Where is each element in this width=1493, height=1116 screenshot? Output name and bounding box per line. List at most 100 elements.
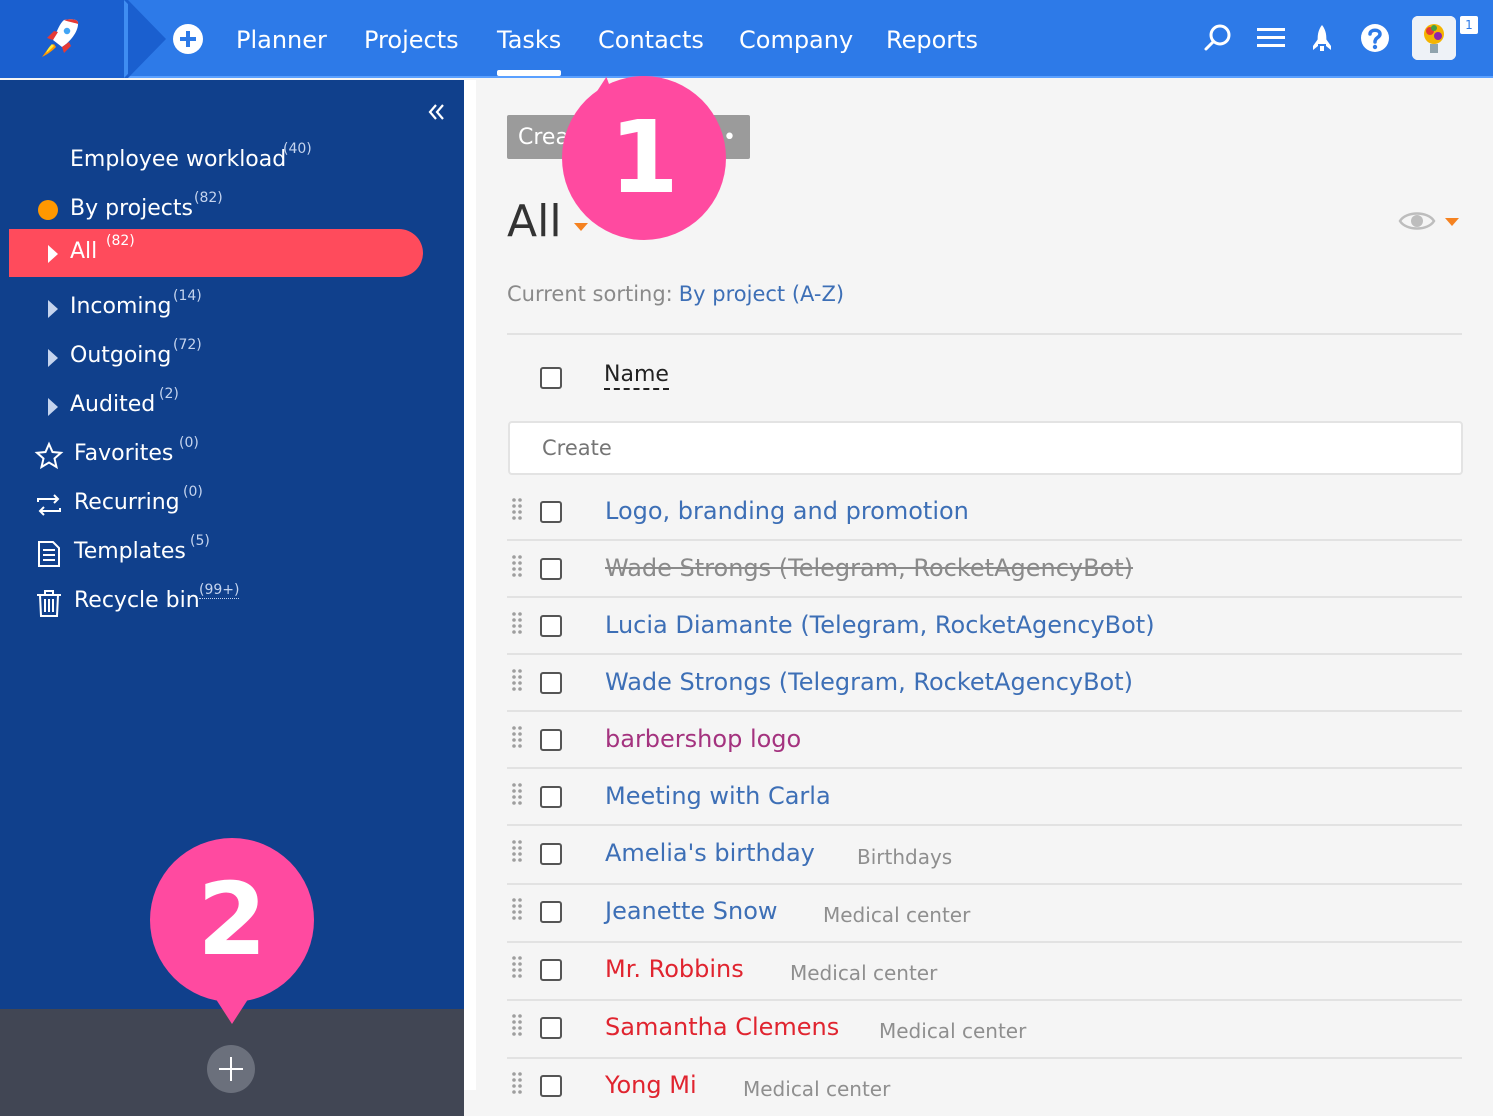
drag-handle-icon[interactable] [511,725,523,749]
table-row[interactable]: Mr. Robbins Medical center [507,943,1462,1001]
table-row[interactable]: barbershop logo [507,713,1462,769]
notification-badge[interactable]: 1 [1460,16,1478,34]
sidebar-item-label: Templates [74,539,186,564]
row-checkbox[interactable] [540,558,562,580]
logo-arrow [128,0,166,78]
help-icon[interactable] [1359,22,1391,54]
row-checkbox[interactable] [540,615,562,637]
drag-handle-icon[interactable] [511,1013,523,1037]
task-name[interactable]: Meeting with Carla [605,782,831,810]
nav-reports[interactable]: Reports [886,0,978,78]
sidebar-item-recycle-bin[interactable]: Recycle bin (99+) [0,578,464,626]
row-checkbox[interactable] [540,1075,562,1097]
task-name[interactable]: Wade Strongs (Telegram, RocketAgencyBot) [605,668,1133,696]
sidebar-item-count: (5) [190,533,210,549]
rocket-icon[interactable] [1306,22,1338,54]
sidebar-item-label: Employee workload [70,147,287,172]
row-checkbox[interactable] [540,729,562,751]
drag-handle-icon[interactable] [511,955,523,979]
row-checkbox[interactable] [540,672,562,694]
drag-handle-icon[interactable] [511,897,523,921]
task-name[interactable]: Jeanette Snow [605,897,778,925]
drag-handle-icon[interactable] [511,839,523,863]
table-row[interactable]: Wade Strongs (Telegram, RocketAgencyBot) [507,656,1462,712]
nav-planner[interactable]: Planner [236,0,327,78]
task-project[interactable]: Medical center [743,1077,890,1101]
rocket-logo-icon [42,19,79,57]
row-checkbox[interactable] [540,1017,562,1039]
star-icon [34,441,64,470]
table-row[interactable]: Samantha Clemens Medical center [507,1001,1462,1059]
avatar-image [1412,16,1456,60]
sorting-value-link[interactable]: By project (A-Z) [679,282,844,306]
task-name[interactable]: Samantha Clemens [605,1013,839,1041]
drag-handle-icon[interactable] [511,668,523,692]
table-row[interactable]: Meeting with Carla [507,770,1462,826]
task-name[interactable]: Logo, branding and promotion [605,497,969,525]
drag-handle-icon[interactable] [511,554,523,578]
title-dropdown-caret-icon[interactable] [574,223,588,231]
task-name[interactable]: Lucia Diamante (Telegram, RocketAgencyBo… [605,611,1155,639]
sorting-label: Current sorting: [507,282,673,306]
select-all-checkbox[interactable] [540,367,562,389]
drag-handle-icon[interactable] [511,782,523,806]
sidebar-item-by-projects[interactable]: By projects (82) [0,186,464,234]
user-avatar[interactable] [1412,16,1456,60]
table-row[interactable]: Lucia Diamante (Telegram, RocketAgencyBo… [507,599,1462,655]
sidebar-item-count: (40) [283,141,312,157]
page-title[interactable]: All [507,196,562,247]
create-task-input[interactable] [508,421,1463,475]
sidebar-item-label: Audited [70,392,156,417]
sidebar-item-incoming[interactable]: Incoming (14) [0,284,464,332]
table-row[interactable]: Logo, branding and promotion [507,485,1462,541]
sidebar-item-employee-workload[interactable]: Employee workload (40) [0,137,464,185]
nav-contacts[interactable]: Contacts [598,0,704,78]
collapse-sidebar-icon[interactable] [424,100,448,124]
task-project[interactable]: Medical center [879,1019,1026,1043]
table-row[interactable]: Yong Mi Medical center [507,1059,1462,1116]
sidebar-item-count: (82) [194,190,223,206]
sidebar-item-label: Outgoing [70,343,172,368]
row-checkbox[interactable] [540,901,562,923]
drag-handle-icon[interactable] [511,1071,523,1095]
row-checkbox[interactable] [540,843,562,865]
nav-company[interactable]: Company [739,0,853,78]
task-name[interactable]: Yong Mi [605,1071,697,1099]
logo-block[interactable] [0,0,128,78]
nav-projects[interactable]: Projects [364,0,459,78]
row-checkbox[interactable] [540,959,562,981]
menu-icon[interactable] [1255,22,1287,54]
task-name[interactable]: barbershop logo [605,725,801,753]
row-checkbox[interactable] [540,501,562,523]
eye-icon[interactable] [1398,206,1436,236]
row-checkbox[interactable] [540,786,562,808]
task-project[interactable]: Medical center [790,961,937,985]
sidebar-item-audited[interactable]: Audited (2) [0,382,464,430]
sidebar-item-favorites[interactable]: Favorites (0) [0,431,464,479]
table-row[interactable]: Jeanette Snow Medical center [507,885,1462,943]
name-column-header[interactable]: Name [604,362,669,390]
task-project[interactable]: Medical center [823,903,970,927]
sidebar-item-templates[interactable]: Templates (5) [0,529,464,577]
expand-triangle-icon [48,398,58,416]
task-name[interactable]: Mr. Robbins [605,955,744,983]
sidebar-item-label: By projects [70,196,193,221]
view-dropdown-caret-icon[interactable] [1445,218,1459,226]
top-navigation-bar: Planner Projects Tasks Contacts Company … [0,0,1493,78]
add-folder-button[interactable] [207,1045,255,1093]
drag-handle-icon[interactable] [511,497,523,521]
table-row[interactable]: Wade Strongs (Telegram, RocketAgencyBot) [507,542,1462,598]
divider [507,333,1462,335]
task-name[interactable]: Amelia's birthday [605,839,815,867]
sidebar-item-outgoing[interactable]: Outgoing (72) [0,333,464,381]
table-row[interactable]: Amelia's birthday Birthdays [507,827,1462,885]
task-name[interactable]: Wade Strongs (Telegram, RocketAgencyBot) [605,554,1133,582]
search-icon[interactable] [1202,22,1234,54]
sidebar-item-recurring[interactable]: Recurring (0) [0,480,464,528]
drag-handle-icon[interactable] [511,611,523,635]
nav-tasks[interactable]: Tasks [497,0,562,78]
sidebar-item-label: Recurring [74,490,180,515]
task-project[interactable]: Birthdays [857,845,952,869]
sidebar-item-all[interactable]: All (82) [9,229,423,277]
add-button[interactable] [173,24,203,54]
